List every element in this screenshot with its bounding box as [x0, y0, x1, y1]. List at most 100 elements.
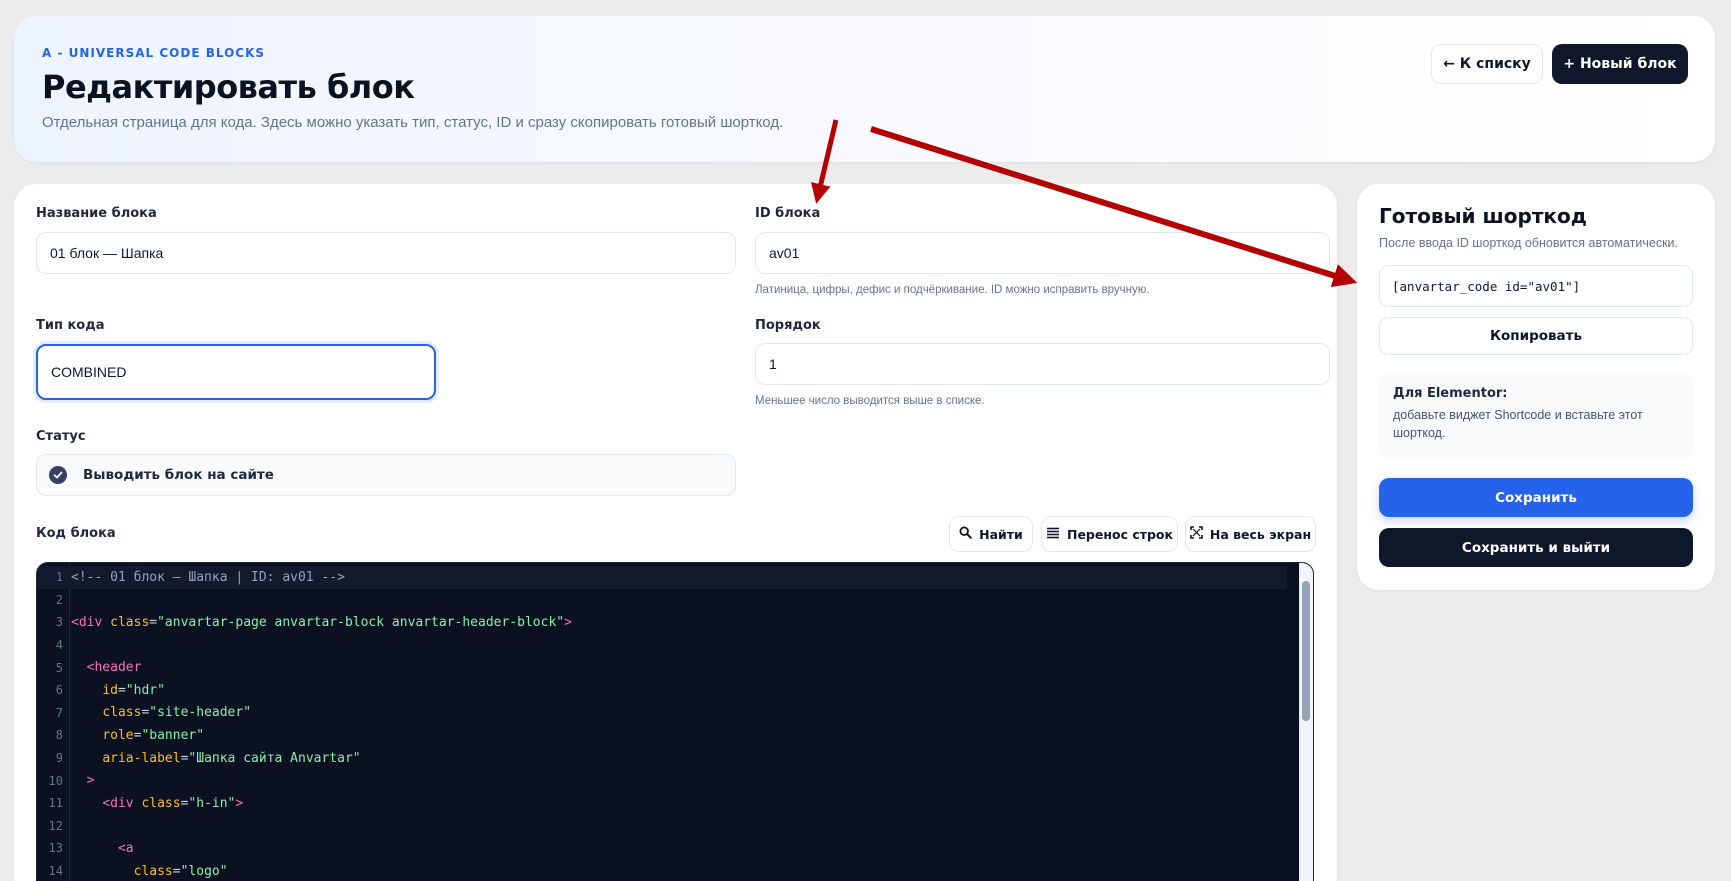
- shortcode-panel-title: Готовый шорткод: [1379, 204, 1587, 228]
- order-input[interactable]: 1: [755, 343, 1330, 385]
- line-number: 10: [48, 773, 63, 788]
- code-line[interactable]: 10 >: [37, 769, 1287, 792]
- checkmark-icon: [49, 466, 67, 484]
- code-token: >: [86, 773, 95, 789]
- code-line[interactable]: 6 id="hdr": [37, 679, 1287, 702]
- shortcode-field[interactable]: [anvartar_code id="av01"]: [1379, 265, 1693, 307]
- line-number: 1: [55, 570, 63, 585]
- fullscreen-label: На весь экран: [1209, 526, 1312, 542]
- code-token: class: [110, 614, 150, 630]
- code-line[interactable]: 2: [37, 589, 1287, 612]
- code-line-text: <!-- 01 блок — Шапка | ID: av01 -->: [67, 570, 345, 585]
- code-token: <div: [71, 614, 103, 630]
- code-line[interactable]: 7 class="site-header": [37, 702, 1287, 725]
- editor-scrollbar-thumb[interactable]: [1302, 581, 1310, 721]
- save-button[interactable]: Сохранить: [1379, 478, 1693, 517]
- block-id-hint: Латиница, цифры, дефис и подчёркивание. …: [755, 284, 1150, 296]
- code-token: <div: [102, 795, 134, 811]
- line-number: 2: [55, 592, 63, 607]
- code-token: "site-header": [149, 705, 252, 721]
- shortcode-panel-subtitle: После ввода ID шорткод обновится автомат…: [1379, 236, 1678, 250]
- code-line[interactable]: 3 <div class="anvartar-page anvartar-bloc…: [37, 611, 1287, 634]
- order-label: Порядок: [755, 318, 821, 333]
- code-token: "anvartar-page anvartar-block anvartar-h…: [157, 614, 565, 630]
- line-number: 12: [48, 818, 63, 833]
- find-label: Найти: [979, 526, 1023, 542]
- code-line-text: class="site-header": [67, 705, 251, 720]
- line-number: 5: [55, 660, 63, 675]
- code-token: "logo": [180, 863, 228, 879]
- code-line[interactable]: 4: [37, 634, 1287, 657]
- page-description: Отдельная страница для кода. Здесь можно…: [42, 114, 784, 131]
- code-line[interactable]: 8 role="banner": [37, 724, 1287, 747]
- search-icon: [959, 526, 972, 542]
- line-number: 13: [48, 841, 63, 856]
- line-wrap-label: Перенос строк: [1066, 526, 1174, 542]
- code-line[interactable]: 14 class="logo": [37, 860, 1287, 881]
- shortcode-panel: Готовый шорткод После ввода ID шорткод о…: [1357, 184, 1715, 590]
- status-text: Выводить блок на сайте: [83, 467, 274, 483]
- lines-icon: [1046, 527, 1060, 542]
- fullscreen-icon: [1190, 526, 1203, 542]
- code-token: aria-label: [102, 750, 181, 766]
- code-line-text: aria-label="Шапка сайта Anvartar": [67, 750, 360, 766]
- plugin-eyebrow: A - UNIVERSAL CODE BLOCKS: [42, 46, 266, 60]
- elementor-tip: Для Elementor: добавьте виджет Shortcode…: [1379, 373, 1693, 459]
- line-wrap-button[interactable]: Перенос строк: [1041, 516, 1178, 552]
- code-line-text: <a: [67, 841, 134, 856]
- code-token: >: [235, 795, 244, 811]
- code-line[interactable]: 11 <div class="h-in">: [37, 792, 1287, 815]
- code-line[interactable]: 1 <!-- 01 блок — Шапка | ID: av01 -->: [37, 566, 1287, 589]
- order-value: 1: [769, 356, 777, 372]
- code-token: =: [172, 863, 181, 879]
- code-token: class: [141, 795, 181, 811]
- block-name-input[interactable]: 01 блок — Шапка: [36, 232, 736, 274]
- code-token: class: [133, 863, 173, 879]
- find-button[interactable]: Найти: [949, 516, 1033, 552]
- order-hint: Меньшее число выводится выше в списке.: [755, 395, 985, 407]
- code-token: >: [564, 614, 572, 630]
- code-token: class: [102, 705, 142, 721]
- copy-shortcode-button[interactable]: Копировать: [1379, 317, 1693, 355]
- code-line[interactable]: 9 aria-label="Шапка сайта Anvartar": [37, 747, 1287, 770]
- code-line-text: class="logo": [67, 864, 228, 879]
- line-number: 6: [55, 683, 63, 698]
- block-id-value: av01: [769, 245, 800, 261]
- code-type-value: COMBINED: [51, 364, 127, 380]
- code-token: =: [149, 614, 158, 630]
- editor-scrollbar[interactable]: [1299, 563, 1313, 881]
- code-line[interactable]: 12: [37, 815, 1287, 838]
- code-line-text: role="banner": [67, 728, 204, 743]
- code-token: <a: [117, 840, 134, 856]
- code-line[interactable]: 13 <a: [37, 837, 1287, 860]
- code-line[interactable]: 5 <header: [37, 656, 1287, 679]
- new-block-button[interactable]: + Новый блок: [1552, 44, 1688, 84]
- page-title: Редактировать блок: [42, 68, 415, 106]
- line-number: 7: [55, 705, 63, 720]
- code-token: =: [117, 682, 126, 698]
- code-type-select[interactable]: COMBINED: [36, 344, 436, 400]
- line-number: 14: [48, 864, 63, 879]
- code-editor[interactable]: 1 <!-- 01 блок — Шапка | ID: av01 --> 2 3 <d…: [36, 562, 1314, 881]
- line-number: 4: [55, 638, 63, 653]
- save-and-exit-button[interactable]: Сохранить и выйти: [1379, 528, 1693, 567]
- block-id-input[interactable]: av01: [755, 232, 1330, 274]
- code-line-text: <header: [67, 660, 142, 675]
- code-token: <!-- 01 блок — Шапка | ID: av01 -->: [71, 569, 345, 585]
- fullscreen-button[interactable]: На весь экран: [1185, 516, 1316, 552]
- block-form: Название блока 01 блок — Шапка ID блока …: [14, 184, 1337, 881]
- block-name-label: Название блока: [36, 206, 157, 221]
- code-type-label: Тип кода: [36, 318, 105, 333]
- back-to-list-button[interactable]: ← К списку: [1431, 44, 1543, 84]
- elementor-tip-title: Для Elementor:: [1393, 386, 1508, 401]
- status-toggle[interactable]: Выводить блок на сайте: [36, 454, 736, 496]
